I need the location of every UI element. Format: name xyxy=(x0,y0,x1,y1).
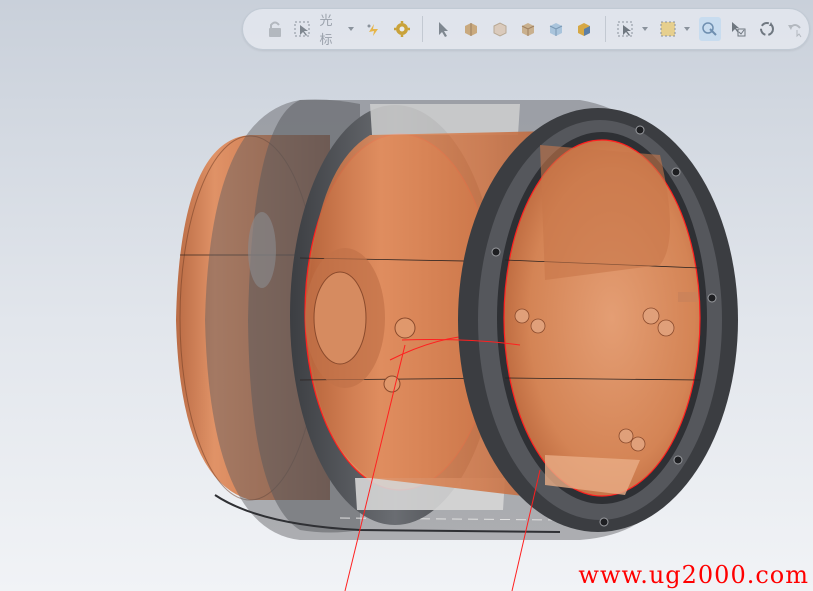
select-checkbox-icon[interactable] xyxy=(727,17,749,41)
render-view-icon[interactable] xyxy=(573,17,595,41)
lock-icon[interactable] xyxy=(264,17,286,41)
rotate-view-icon[interactable] xyxy=(755,17,777,41)
snap-icon[interactable] xyxy=(363,17,385,41)
pointer-icon[interactable] xyxy=(432,17,454,41)
settings-gear-icon[interactable] xyxy=(391,17,413,41)
chevron-down-icon[interactable] xyxy=(641,27,648,31)
solid-view-icon[interactable] xyxy=(517,17,539,41)
transparent-view-icon[interactable] xyxy=(545,17,567,41)
cad-graphics-viewport[interactable]: 光标 www.ug2000.com xyxy=(0,0,813,591)
box-select-icon[interactable] xyxy=(657,17,679,41)
toolbar-divider xyxy=(422,16,424,42)
front-flange xyxy=(458,108,738,532)
chevron-down-icon[interactable] xyxy=(683,27,690,31)
undo-icon[interactable] xyxy=(784,17,806,41)
knurled-band-top xyxy=(370,104,520,135)
show-hidden-icon[interactable] xyxy=(698,17,722,41)
wireframe-view-icon[interactable] xyxy=(489,17,511,41)
selection-filter-icon[interactable] xyxy=(614,17,636,41)
view-toolbar: 光标 xyxy=(242,8,810,50)
chevron-down-icon[interactable] xyxy=(347,27,354,31)
cylinder-housing-model[interactable] xyxy=(0,0,813,591)
select-cursor-icon[interactable] xyxy=(292,17,314,41)
shaded-view-icon[interactable] xyxy=(460,17,482,41)
watermark-text: www.ug2000.com xyxy=(578,561,809,589)
cursor-mode-label[interactable]: 光标 xyxy=(320,10,344,48)
toolbar-divider xyxy=(604,16,606,42)
